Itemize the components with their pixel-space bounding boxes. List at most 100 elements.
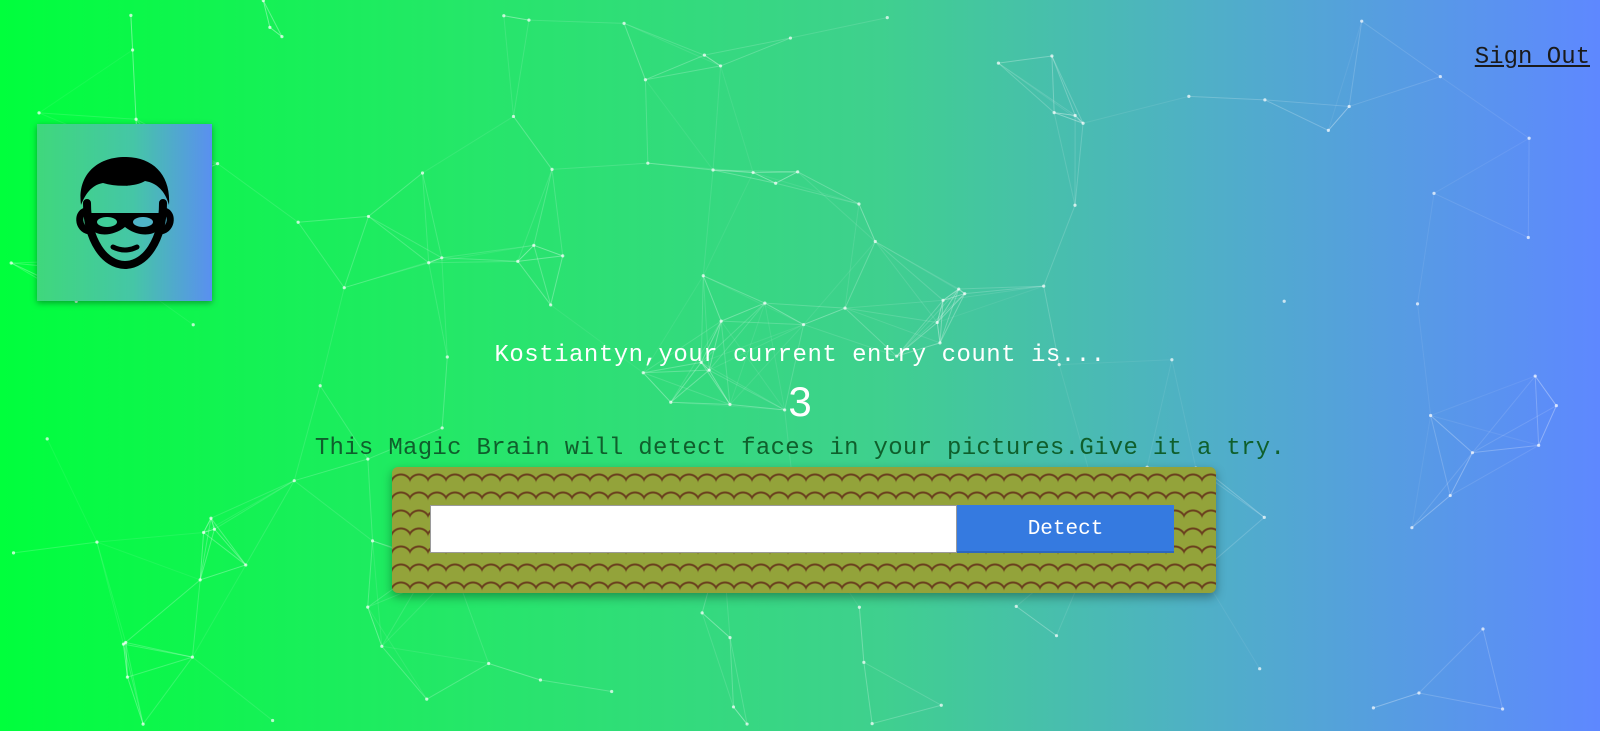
network-node — [1438, 75, 1442, 79]
network-node — [1448, 493, 1452, 498]
network-line — [13, 541, 98, 554]
network-line — [720, 37, 791, 67]
network-node — [1073, 203, 1077, 207]
network-line — [1417, 193, 1435, 304]
network-node — [1526, 235, 1530, 240]
network-line — [203, 480, 295, 533]
network-line — [367, 606, 428, 700]
image-url-input[interactable] — [430, 505, 957, 553]
network-node — [11, 551, 16, 555]
network-line — [703, 275, 766, 304]
network-line — [381, 645, 428, 700]
network-line — [623, 22, 721, 67]
network-line — [421, 172, 430, 263]
network-line — [1349, 76, 1441, 107]
network-line — [1051, 55, 1076, 116]
network-line — [704, 54, 721, 67]
network-node — [788, 36, 793, 40]
network-line — [1074, 123, 1084, 206]
network-node — [939, 703, 943, 707]
network-node — [719, 319, 723, 323]
network-node — [370, 539, 375, 543]
network-line — [844, 299, 944, 309]
network-line — [368, 215, 443, 259]
network-node — [427, 261, 431, 265]
network-line — [551, 162, 648, 170]
network-line — [998, 62, 1084, 124]
network-line — [550, 255, 564, 306]
network-line — [644, 79, 649, 164]
network-line — [647, 162, 754, 174]
network-line — [294, 458, 369, 482]
network-line — [1053, 112, 1084, 124]
network-line — [958, 288, 966, 295]
network-line — [125, 642, 144, 725]
network-line — [210, 517, 247, 566]
network-line — [764, 302, 804, 326]
network-node — [1282, 299, 1286, 303]
network-node — [1042, 284, 1046, 288]
network-line — [1213, 476, 1265, 518]
network-line — [210, 480, 295, 519]
network-node — [873, 239, 877, 244]
network-node — [550, 167, 554, 172]
network-line — [39, 112, 137, 120]
network-line — [96, 541, 201, 581]
network-node — [516, 259, 520, 263]
network-node — [1371, 706, 1376, 710]
network-node — [774, 181, 778, 185]
network-node — [129, 13, 133, 17]
network-line — [262, 0, 283, 37]
network-node — [862, 660, 866, 664]
network-line — [125, 579, 201, 643]
logo-card[interactable] — [37, 124, 212, 301]
network-line — [513, 116, 553, 170]
network-line — [199, 518, 212, 580]
network-node — [538, 678, 543, 682]
network-node — [212, 527, 217, 531]
network-node — [941, 298, 945, 302]
sign-out-link[interactable]: Sign Out — [1475, 44, 1590, 71]
network-line — [939, 293, 966, 344]
network-line — [125, 641, 193, 658]
network-line — [1188, 95, 1265, 101]
network-line — [262, 0, 271, 28]
network-line — [1054, 112, 1076, 116]
detect-button[interactable]: Detect — [957, 505, 1174, 553]
network-node — [134, 117, 138, 121]
network-line — [1015, 605, 1057, 637]
network-node — [440, 426, 444, 430]
network-line — [939, 300, 944, 343]
network-node — [502, 14, 506, 18]
network-line — [713, 169, 798, 173]
entry-count-value: 3 — [788, 378, 812, 425]
network-node — [763, 301, 767, 305]
network-node — [857, 605, 861, 609]
network-line — [199, 532, 205, 580]
network-line — [203, 517, 212, 533]
network-line — [512, 20, 530, 117]
network-line — [863, 662, 873, 724]
network-node — [440, 256, 444, 260]
network-line — [1440, 76, 1530, 139]
network-line — [422, 116, 514, 174]
network-node — [1258, 667, 1262, 671]
network-node — [745, 722, 749, 726]
network-line — [942, 293, 965, 301]
network-node — [216, 162, 220, 166]
network-node — [244, 563, 248, 567]
network-node — [700, 611, 704, 615]
network-node — [646, 161, 650, 165]
network-node — [261, 0, 265, 3]
network-line — [863, 661, 942, 706]
network-line — [775, 171, 798, 184]
network-line — [367, 606, 383, 647]
network-node — [487, 661, 491, 666]
network-node — [125, 675, 130, 679]
network-line — [1327, 21, 1363, 131]
network-line — [381, 645, 489, 665]
network-line — [1433, 192, 1529, 238]
network-line — [764, 302, 846, 309]
network-line — [96, 532, 204, 543]
network-node — [1417, 691, 1421, 695]
